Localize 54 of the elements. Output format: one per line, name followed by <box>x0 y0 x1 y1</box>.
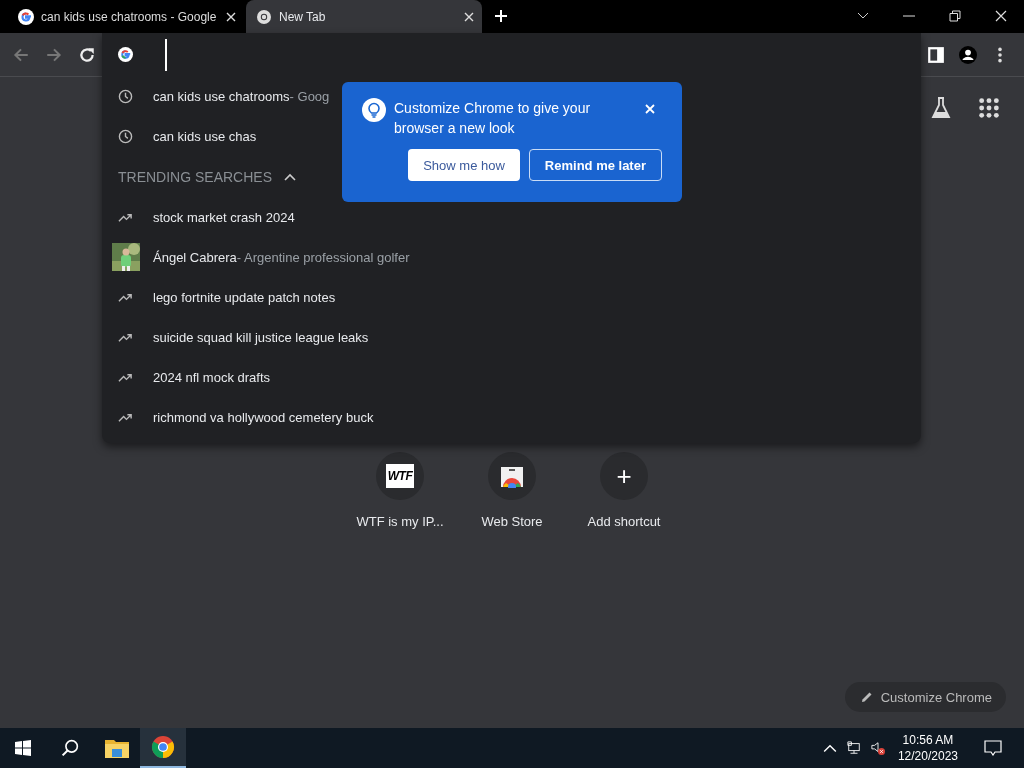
google-icon <box>18 8 34 25</box>
web-store-icon <box>500 464 524 488</box>
browser-tab[interactable]: New Tab <box>246 0 482 33</box>
suggestion-item[interactable]: lego fortnite update patch notes <box>153 289 336 305</box>
close-icon[interactable] <box>226 11 236 22</box>
taskbar-app[interactable] <box>140 728 186 768</box>
shortcut-label: Add shortcut <box>587 514 661 529</box>
tab-title: can kids use chatrooms - Google <box>41 9 218 24</box>
section-heading: TRENDING SEARCHES <box>118 168 273 185</box>
shortcut-label: Web Store <box>481 514 543 529</box>
search-icon[interactable] <box>61 739 79 757</box>
suggestion-item[interactable]: can kids use chas <box>153 128 257 144</box>
notifications-icon[interactable] <box>984 740 1002 756</box>
clock-icon <box>118 88 133 104</box>
close-icon[interactable] <box>464 11 474 22</box>
add-icon: + <box>616 463 632 489</box>
shortcut-tile[interactable] <box>488 452 536 500</box>
windows-start-icon[interactable] <box>15 740 31 756</box>
show-me-how-button[interactable]: Show me how <box>408 149 520 181</box>
new-tab-icon[interactable] <box>494 9 508 23</box>
google-icon <box>118 47 133 62</box>
remind-later-button[interactable]: Remind me later <box>528 149 662 181</box>
clock-icon <box>118 128 133 144</box>
pencil-icon <box>860 691 873 703</box>
clock-time: 10:56 AM <box>902 732 954 748</box>
browser-tab[interactable]: can kids use chatrooms - Google <box>8 0 244 33</box>
shortcut-tile[interactable]: + <box>600 452 648 500</box>
suggestion-item[interactable]: 2024 nfl mock drafts <box>153 369 271 385</box>
chrome-icon <box>151 736 175 758</box>
apps-grid-icon[interactable] <box>978 97 1000 119</box>
network-icon[interactable] <box>846 741 861 755</box>
reload-icon[interactable] <box>78 45 96 64</box>
folder-icon <box>105 737 129 759</box>
chrome-icon <box>256 8 272 25</box>
flask-icon[interactable] <box>930 97 952 119</box>
collapse-icon[interactable] <box>284 172 297 181</box>
profile-icon[interactable] <box>959 45 977 64</box>
clock-date: 12/20/2023 <box>897 748 958 764</box>
side-panel-icon[interactable] <box>927 45 945 64</box>
suggestion-item[interactable]: stock market crash 2024 <box>153 209 295 225</box>
lightbulb-icon <box>362 98 386 122</box>
suggestion-item[interactable]: can kids use chatrooms- Goog <box>153 88 330 104</box>
suggestion-item[interactable]: richmond va hollywood cemetery buck <box>153 409 374 425</box>
suggestion-item[interactable]: suicide squad kill justice league leaks <box>153 329 369 345</box>
shortcut-tile[interactable]: WTF <box>376 452 424 500</box>
muted-speaker-icon[interactable] <box>870 741 885 755</box>
close-icon[interactable] <box>995 10 1007 22</box>
tab-title: New Tab <box>279 9 327 24</box>
promo-text: Customize Chrome to give your browser a new look <box>394 99 592 138</box>
restore-icon[interactable] <box>949 10 961 22</box>
site-icon: WTF <box>385 464 415 488</box>
customize-chrome-button[interactable]: Customize Chrome <box>844 682 1006 712</box>
suggestion-item[interactable]: Ángel Cabrera- Argentine professional golfer <box>153 249 410 265</box>
shortcut-label: WTF is my IP... <box>356 514 444 529</box>
